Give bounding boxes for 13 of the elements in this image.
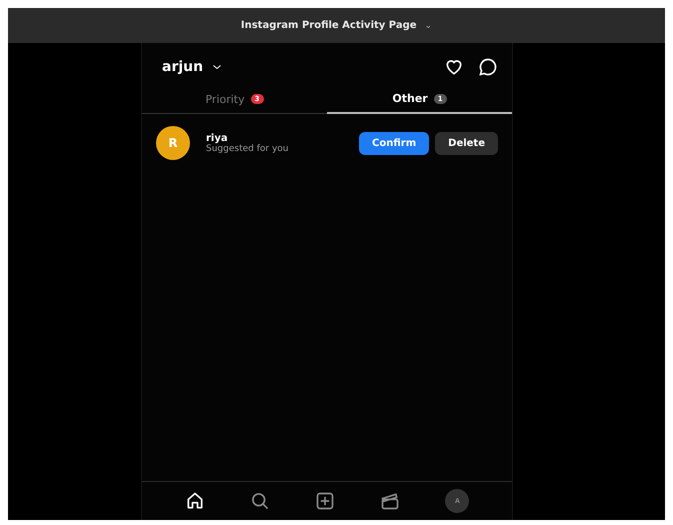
chat-bubble-icon[interactable] bbox=[478, 57, 498, 77]
confirm-button[interactable]: Confirm bbox=[359, 132, 430, 154]
delete-button[interactable]: Delete bbox=[435, 132, 498, 154]
search-icon[interactable] bbox=[250, 491, 270, 511]
user-name[interactable]: riya bbox=[206, 132, 288, 144]
username[interactable]: arjun bbox=[162, 59, 204, 75]
clapperboard-icon[interactable] bbox=[380, 491, 400, 511]
caret-icon[interactable]: ⌄ bbox=[424, 20, 432, 30]
subtitle: Suggested for you bbox=[206, 144, 288, 154]
window-title: Instagram Profile Activity Page bbox=[240, 20, 417, 31]
home-icon[interactable] bbox=[184, 491, 205, 511]
plus-square-icon[interactable] bbox=[314, 491, 335, 511]
heart-icon[interactable] bbox=[444, 57, 464, 77]
